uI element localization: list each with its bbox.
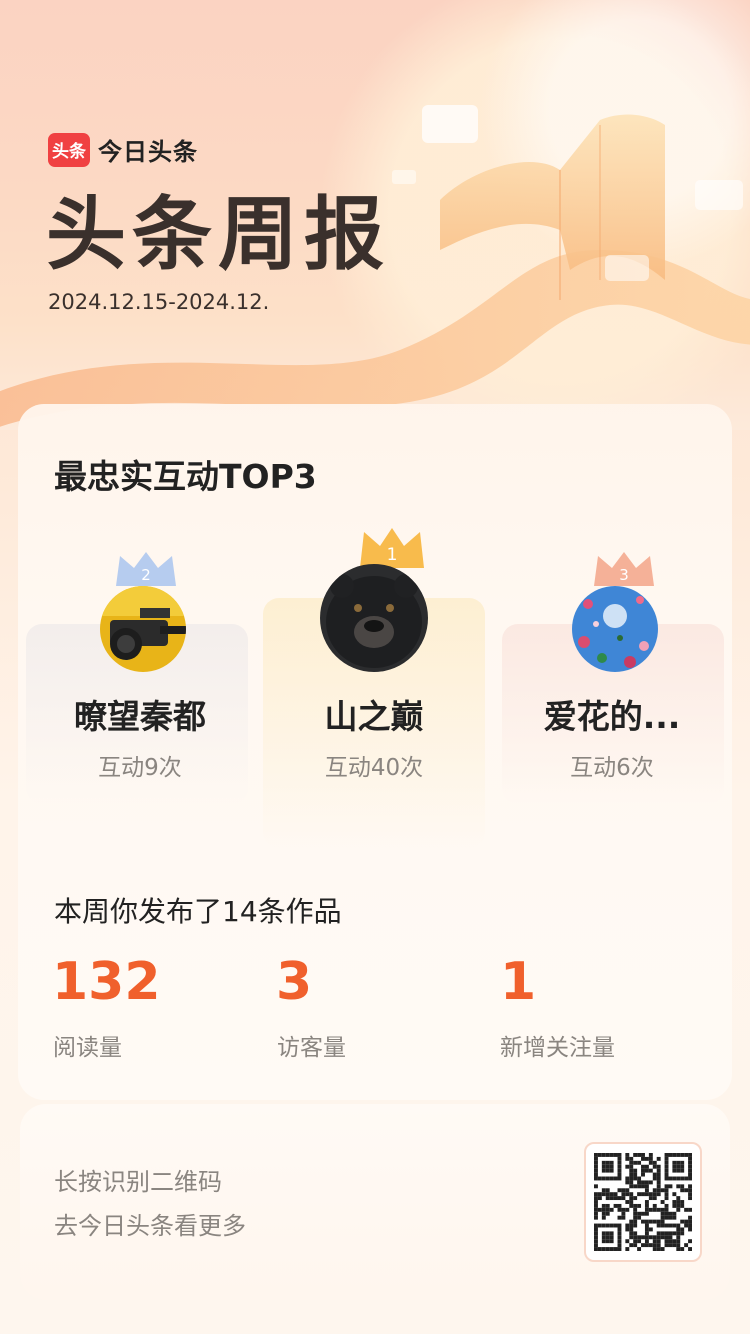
toutiao-logo-badge: 头条	[48, 132, 90, 167]
flowers-sky-avatar-icon	[572, 586, 658, 672]
fan-interaction-count-1: 互动9次	[98, 755, 182, 781]
qr-code-icon	[594, 1153, 692, 1251]
fan-interaction-count-3: 互动6次	[570, 755, 654, 781]
fans-section-title: 最忠实互动TOP3	[54, 457, 317, 496]
new-followers-value: 1	[500, 952, 537, 1012]
fan-avatar-1[interactable]	[100, 586, 186, 672]
rank-3-number: 3	[619, 566, 629, 584]
camera-rig-avatar-icon	[100, 586, 186, 672]
bronze-crown-icon: 3	[594, 552, 654, 586]
fan-avatar-3[interactable]	[572, 586, 658, 672]
silver-crown-icon: 2	[116, 552, 176, 586]
fan-avatar-2[interactable]	[320, 564, 428, 672]
black-bear-avatar-icon	[320, 564, 428, 672]
weekly-posts-summary: 本周你发布了14条作品	[54, 895, 342, 928]
visitor-count-label: 访客量	[277, 1035, 346, 1061]
new-followers-label: 新增关注量	[500, 1035, 615, 1061]
date-range: 2024.12.15-2024.12.	[48, 290, 270, 314]
qr-hint-line-1: 长按识别二维码	[54, 1168, 222, 1196]
qr-hint-line-2: 去今日头条看更多	[54, 1212, 246, 1240]
app-logo: 头条 今日头条	[48, 132, 198, 167]
hero-banner: 头条 今日头条 头条周报 2024.12.15-2024.12.	[0, 0, 750, 430]
fan-name-2[interactable]: 山之巅	[254, 690, 494, 738]
app-name: 今日头条	[98, 138, 198, 166]
page-title: 头条周报	[46, 188, 390, 281]
fan-name-3[interactable]: 爱花的...	[492, 690, 732, 738]
visitor-count-value: 3	[276, 952, 313, 1012]
qr-footer-card: 长按识别二维码 去今日头条看更多	[20, 1104, 730, 1300]
report-card: 最忠实互动TOP3 2 暸望秦都 互动9次 1 山之巅 互动40次 3 爱花的.…	[18, 404, 732, 1100]
read-count-label: 阅读量	[53, 1035, 122, 1061]
rank-2-number: 2	[141, 566, 151, 584]
fan-name-1[interactable]: 暸望秦都	[20, 690, 260, 738]
rank-1-number: 1	[387, 545, 398, 565]
fan-interaction-count-2: 互动40次	[324, 755, 424, 781]
qr-code[interactable]	[584, 1142, 702, 1262]
read-count-value: 132	[52, 952, 161, 1012]
